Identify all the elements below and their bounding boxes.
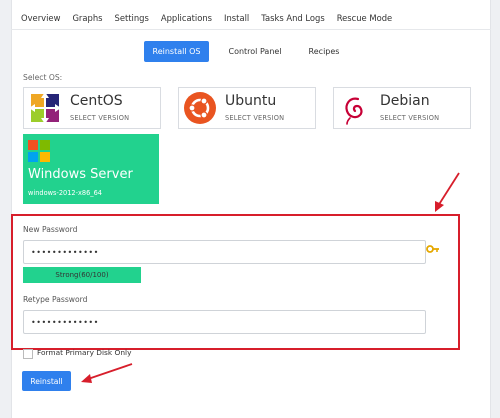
install-page: Overview Graphs Settings Applications In… <box>0 0 500 418</box>
format-primary-disk-label: Format Primary Disk Only <box>37 348 132 357</box>
windows-logo-icon <box>28 140 50 162</box>
select-os-label: Select OS: <box>23 73 63 82</box>
format-primary-disk-checkbox[interactable] <box>23 349 33 359</box>
os-select-version-centos: SELECT VERSION <box>70 114 130 122</box>
tab-rescue-mode[interactable]: Rescue Mode <box>331 8 399 30</box>
password-strength-bar: Strong(60/100) <box>23 267 141 283</box>
retype-password-input[interactable]: ••••••••••••• <box>23 310 426 334</box>
tab-graphs[interactable]: Graphs <box>66 8 108 30</box>
os-tile-windows-server[interactable]: Windows Server windows-2012-x86_64 <box>23 134 159 204</box>
annotation-arrow-box <box>435 172 460 212</box>
os-name-centos: CentOS <box>70 93 123 109</box>
tab-install[interactable]: Install <box>218 8 256 30</box>
os-name-ubuntu: Ubuntu <box>225 93 277 109</box>
os-tile-debian[interactable]: Debian SELECT VERSION <box>333 87 471 129</box>
subtab-reinstall-os[interactable]: Reinstall OS <box>144 41 209 62</box>
debian-logo-icon <box>345 97 363 125</box>
tab-overview[interactable]: Overview <box>15 8 66 30</box>
os-select-version-debian: SELECT VERSION <box>380 114 440 122</box>
subtab-recipes[interactable]: Recipes <box>300 41 348 62</box>
new-password-input[interactable]: ••••••••••••• <box>23 240 426 264</box>
annotation-arrow-button <box>81 363 133 383</box>
os-name-debian: Debian <box>380 93 430 109</box>
new-password-label: New Password <box>23 225 78 234</box>
os-tile-ubuntu[interactable]: Ubuntu SELECT VERSION <box>178 87 316 129</box>
tab-applications[interactable]: Applications <box>155 8 218 30</box>
retype-password-label: Retype Password <box>23 295 88 304</box>
tabs-divider <box>11 29 491 30</box>
subtab-control-panel[interactable]: Control Panel <box>219 41 291 62</box>
os-name-windows-server: Windows Server <box>28 167 133 182</box>
ubuntu-logo-icon <box>184 92 216 124</box>
tab-settings[interactable]: Settings <box>109 8 155 30</box>
centos-logo-icon <box>29 92 61 124</box>
key-icon[interactable] <box>426 244 440 254</box>
os-tile-centos[interactable]: CentOS SELECT VERSION <box>23 87 161 129</box>
top-tabs: Overview Graphs Settings Applications In… <box>15 8 398 30</box>
tab-tasks-and-logs[interactable]: Tasks And Logs <box>255 8 330 30</box>
os-select-version-ubuntu: SELECT VERSION <box>225 114 285 122</box>
os-version-windows-server: windows-2012-x86_64 <box>28 189 102 197</box>
reinstall-button[interactable]: Reinstall <box>22 371 71 391</box>
